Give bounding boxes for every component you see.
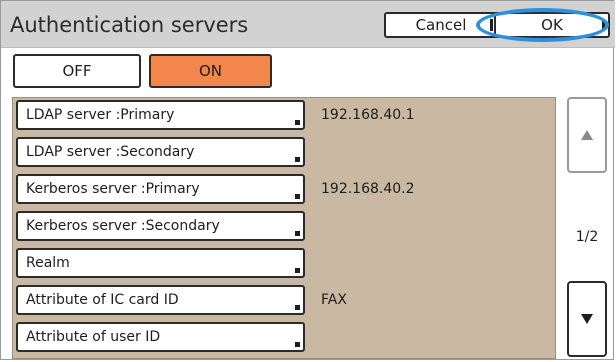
list-item: Realm (13, 246, 557, 280)
list-item: Attribute of user ID (13, 320, 557, 354)
list-item: Attribute of IC card ID FAX (13, 283, 557, 317)
triangle-down-icon (581, 314, 593, 324)
user-id-attribute-label: Attribute of user ID (26, 329, 161, 345)
ldap-primary-label: LDAP server :Primary (26, 107, 175, 123)
corner-mark-icon (295, 342, 300, 347)
ok-button-edge-mark-icon (602, 19, 605, 31)
realm-label: Realm (26, 255, 70, 271)
kerberos-primary-label: Kerberos server :Primary (26, 181, 200, 197)
page-title: Authentication servers (10, 13, 249, 37)
list-item: Kerberos server :Secondary (13, 209, 557, 243)
corner-mark-icon (295, 231, 300, 236)
corner-mark-icon (295, 268, 300, 273)
toggle-off-label: OFF (62, 62, 92, 80)
toggle-off-button[interactable]: OFF (13, 54, 141, 88)
ok-button[interactable]: OK (494, 12, 610, 38)
scroll-down-button[interactable] (567, 281, 607, 357)
ldap-secondary-label: LDAP server :Secondary (26, 144, 195, 160)
corner-mark-icon (295, 305, 300, 310)
kerberos-primary-button[interactable]: Kerberos server :Primary (16, 174, 305, 204)
list-item: LDAP server :Primary 192.168.40.1 (13, 98, 557, 132)
dialog-window: Authentication servers Cancel OK OFF ON … (0, 0, 615, 360)
ldap-primary-button[interactable]: LDAP server :Primary (16, 100, 305, 130)
cancel-button[interactable]: Cancel (384, 12, 498, 38)
page-indicator: 1/2 (575, 229, 599, 245)
ok-button-label: OK (541, 16, 563, 34)
triangle-up-icon (581, 130, 593, 140)
kerberos-secondary-label: Kerberos server :Secondary (26, 218, 220, 234)
corner-mark-icon (295, 194, 300, 199)
ldap-primary-value: 192.168.40.1 (321, 107, 415, 123)
scroll-up-button[interactable] (567, 97, 607, 173)
user-id-attribute-button[interactable]: Attribute of user ID (16, 322, 305, 352)
kerberos-primary-value: 192.168.40.2 (321, 181, 415, 197)
toggle-on-button[interactable]: ON (149, 54, 272, 88)
ic-card-attribute-label: Attribute of IC card ID (26, 292, 179, 308)
ldap-secondary-button[interactable]: LDAP server :Secondary (16, 137, 305, 167)
cancel-button-label: Cancel (415, 16, 467, 34)
kerberos-secondary-button[interactable]: Kerberos server :Secondary (16, 211, 305, 241)
ic-card-attribute-value: FAX (321, 292, 347, 308)
server-settings-panel: LDAP server :Primary 192.168.40.1 LDAP s… (12, 97, 556, 359)
realm-button[interactable]: Realm (16, 248, 305, 278)
cancel-button-edge-mark-icon (490, 19, 493, 31)
corner-mark-icon (295, 120, 300, 125)
toggle-on-label: ON (198, 62, 223, 80)
corner-mark-icon (295, 157, 300, 162)
list-item: Kerberos server :Primary 192.168.40.2 (13, 172, 557, 206)
list-item: LDAP server :Secondary (13, 135, 557, 169)
dialog-header: Authentication servers Cancel OK (1, 1, 615, 48)
ic-card-attribute-button[interactable]: Attribute of IC card ID (16, 285, 305, 315)
